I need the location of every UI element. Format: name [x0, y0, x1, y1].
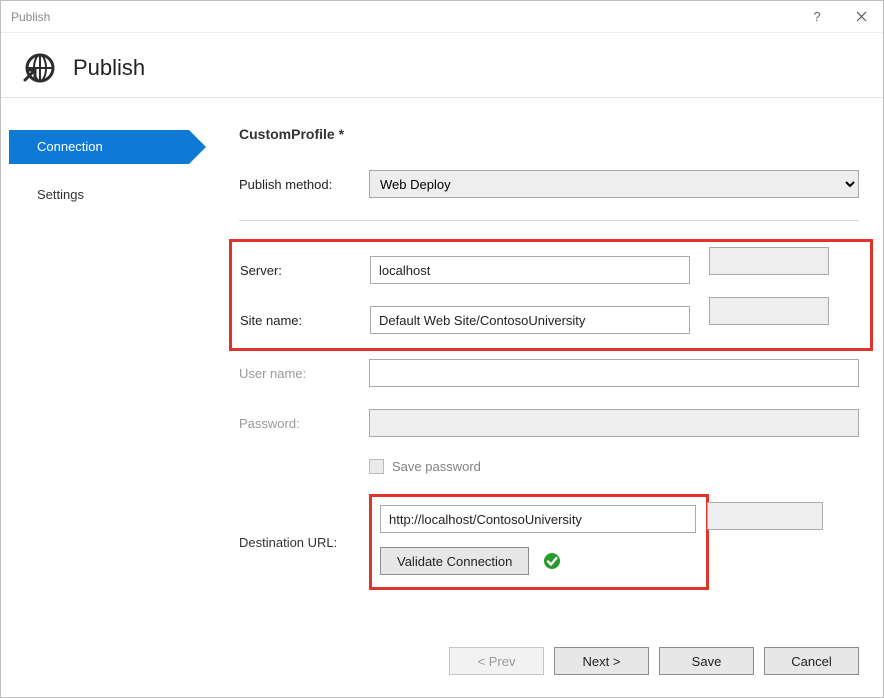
row-publish-method: Publish method: Web Deploy — [239, 170, 859, 198]
publish-method-label: Publish method: — [239, 177, 369, 192]
help-button[interactable]: ? — [795, 1, 839, 33]
save-password-checkbox[interactable] — [369, 459, 384, 474]
main-panel: CustomProfile * Publish method: Web Depl… — [209, 126, 859, 627]
destination-input-ext[interactable] — [707, 502, 823, 530]
close-button[interactable] — [839, 1, 883, 33]
footer: < Prev Next > Save Cancel — [1, 627, 883, 697]
password-input[interactable] — [369, 409, 859, 437]
profile-name: CustomProfile * — [239, 126, 859, 142]
server-input[interactable] — [370, 256, 690, 284]
row-username: User name: — [239, 359, 859, 387]
tab-settings-label: Settings — [37, 187, 84, 202]
page-title: Publish — [73, 55, 145, 81]
username-label: User name: — [239, 366, 369, 381]
publish-method-select[interactable]: Web Deploy — [369, 170, 859, 198]
destination-input[interactable] — [380, 505, 696, 533]
sidebar: Connection Settings — [9, 126, 209, 627]
header: Publish — [1, 33, 883, 98]
row-destination: Destination URL: Validate Connection — [239, 494, 859, 590]
row-save-password: Save password — [369, 459, 859, 474]
server-label: Server: — [240, 263, 370, 278]
close-icon — [856, 11, 867, 22]
window-title: Publish — [11, 10, 795, 24]
prev-button[interactable]: < Prev — [449, 647, 544, 675]
row-password: Password: — [239, 409, 859, 437]
next-button[interactable]: Next > — [554, 647, 649, 675]
publish-dialog: Publish ? Publish Connection Settings — [0, 0, 884, 698]
highlight-destination: Validate Connection — [369, 494, 709, 590]
body: Connection Settings CustomProfile * Publ… — [1, 98, 883, 627]
destination-group: Destination URL: Validate Connection — [239, 494, 859, 594]
titlebar: Publish ? — [1, 1, 883, 33]
tab-connection-label: Connection — [37, 139, 103, 154]
site-input-ext[interactable] — [709, 297, 829, 325]
globe-arrow-icon — [23, 51, 57, 85]
password-label: Password: — [239, 416, 369, 431]
save-password-label: Save password — [392, 459, 481, 474]
destination-label: Destination URL: — [239, 535, 369, 550]
site-input[interactable] — [370, 306, 690, 334]
tab-settings[interactable]: Settings — [9, 178, 209, 212]
username-input[interactable] — [369, 359, 859, 387]
site-label: Site name: — [240, 313, 370, 328]
cancel-button[interactable]: Cancel — [764, 647, 859, 675]
validate-row: Validate Connection — [380, 547, 696, 575]
save-button[interactable]: Save — [659, 647, 754, 675]
tab-connection[interactable]: Connection — [9, 130, 189, 164]
success-icon — [543, 552, 561, 570]
divider — [239, 220, 859, 221]
server-input-ext[interactable] — [709, 247, 829, 275]
validate-connection-button[interactable]: Validate Connection — [380, 547, 529, 575]
